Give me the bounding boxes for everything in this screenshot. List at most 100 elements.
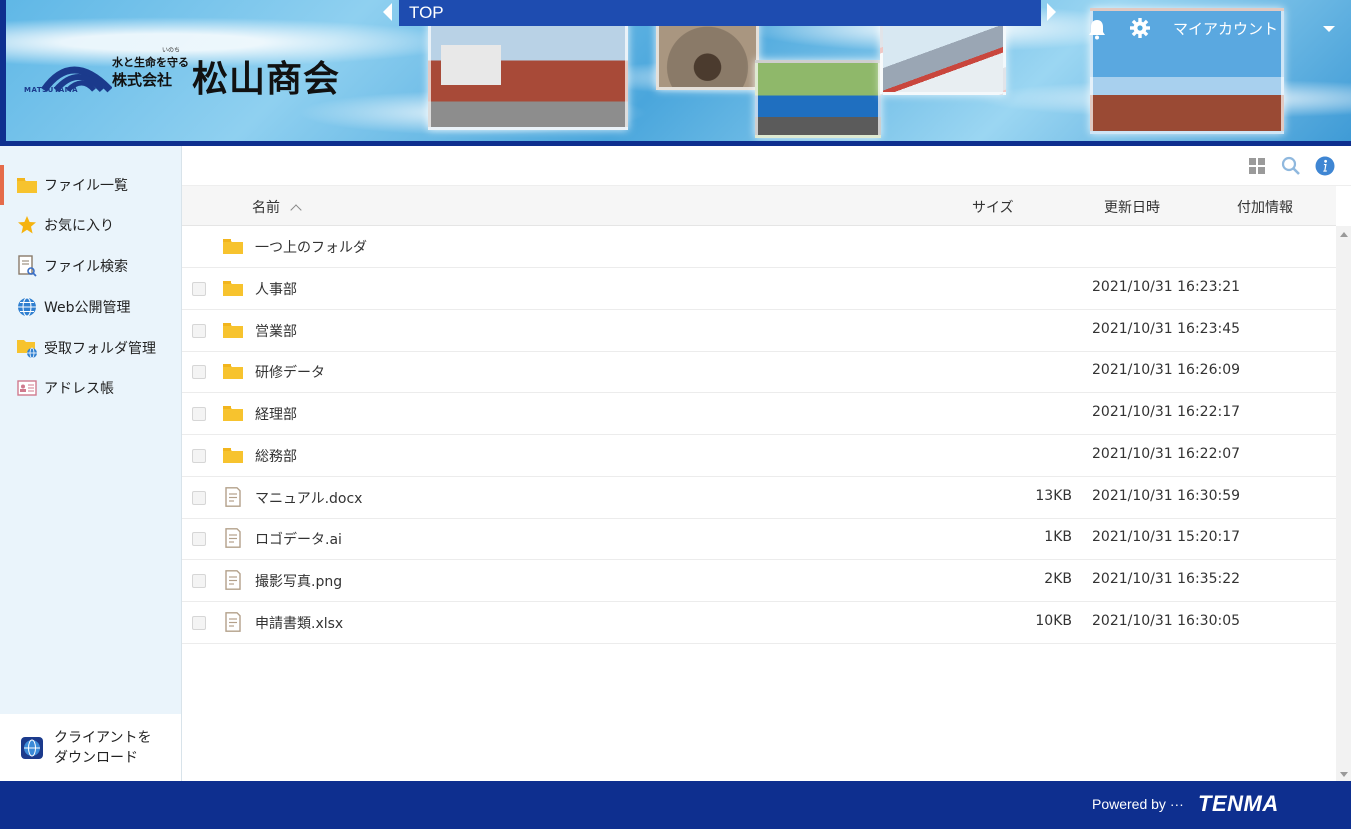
tab-prev-arrow-icon[interactable] [383, 3, 392, 21]
sidebar-item-receive-folder[interactable]: 受取フォルダ管理 [0, 328, 181, 368]
row-checkbox[interactable] [192, 532, 206, 547]
file-updated: 2021/10/31 16:22:07 [1092, 445, 1241, 462]
file-search-icon [16, 255, 38, 277]
column-updated[interactable]: 更新日時 [1104, 197, 1160, 217]
folder-icon [223, 322, 243, 338]
table-row[interactable]: 総務部 2021/10/31 16:22:07 [182, 435, 1336, 477]
vertical-scrollbar[interactable] [1336, 226, 1351, 781]
info-icon[interactable] [1315, 156, 1335, 176]
folder-icon [223, 281, 243, 296]
file-updated: 2021/10/31 16:26:09 [1092, 362, 1241, 379]
file-size: 10KB [1035, 612, 1072, 629]
file-name: 研修データ [255, 365, 325, 382]
file-updated: 2021/10/31 16:30:05 [1092, 612, 1241, 629]
sidebar-item-label: 受取フォルダ管理 [44, 341, 156, 357]
powered-by-label: Powered by ··· [1092, 796, 1184, 812]
folder-icon [16, 174, 38, 196]
file-name: 総務部 [255, 448, 297, 465]
banner-photo-manhole [656, 18, 759, 90]
file-updated: 2021/10/31 16:23:21 [1092, 279, 1241, 295]
folder-icon [223, 406, 243, 422]
row-checkbox[interactable] [192, 323, 206, 338]
tenma-logo: TENMA [1198, 791, 1279, 816]
tab-top[interactable]: TOP [399, 0, 1041, 26]
sidebar-item-label: Web公開管理 [44, 300, 131, 316]
company-logo[interactable]: MATSUYAMA いのち 水と生命を守る 株式会社 松山商会 [10, 40, 360, 110]
file-updated: 2021/10/31 16:23:45 [1092, 320, 1241, 337]
column-extra[interactable]: 付加情報 [1237, 197, 1293, 217]
table-row[interactable]: 経理部 2021/10/31 16:22:17 [182, 393, 1336, 436]
download-globe-icon [21, 736, 43, 759]
star-icon [16, 214, 38, 236]
account-dropdown-icon[interactable] [1323, 26, 1335, 32]
logo-small-text: MATSUYAMA [24, 86, 79, 94]
parent-folder-label: 一つ上のフォルダ [255, 240, 367, 256]
file-size: 13KB [1035, 487, 1072, 504]
file-name: 撮影写真.png [255, 573, 343, 590]
sidebar-item-address-book[interactable]: アドレス帳 [0, 368, 181, 408]
banner-photo-office [428, 22, 628, 130]
row-checkbox[interactable] [192, 448, 206, 463]
table-row[interactable]: 営業部 2021/10/31 16:23:45 [182, 310, 1336, 352]
banner-photo-truck [755, 60, 881, 138]
logo-ruby: いのち [162, 47, 181, 54]
logo-company-name: 松山商会 [192, 58, 341, 100]
search-icon[interactable] [1281, 156, 1301, 176]
column-name[interactable]: 名前 [252, 197, 302, 217]
table-row[interactable]: 人事部 2021/10/31 16:23:21 [182, 268, 1336, 310]
file-updated: 2021/10/31 15:20:17 [1092, 529, 1241, 546]
folder-icon [223, 447, 243, 463]
file-icon [225, 611, 241, 632]
file-updated: 2021/10/31 16:22:17 [1092, 404, 1241, 421]
sidebar-item-file-list[interactable]: ファイル一覧 [0, 165, 181, 205]
sidebar-item-label: お気に入り [44, 218, 114, 234]
globe-icon [16, 296, 38, 318]
grid-view-icon[interactable] [1247, 156, 1267, 176]
file-size: 1KB [1044, 529, 1072, 546]
tab-next-arrow-icon[interactable] [1047, 3, 1056, 21]
row-checkbox[interactable] [192, 573, 206, 588]
table-row[interactable]: 撮影写真.png 2KB 2021/10/31 16:35:22 [182, 560, 1336, 602]
sidebar: ファイル一覧 お気に入り ファイル検索 Web公開管理 受取フォルダ管理 アドレ… [0, 146, 182, 781]
sidebar-item-file-search[interactable]: ファイル検索 [0, 246, 181, 286]
file-name: 申請書類.xlsx [255, 615, 344, 632]
sidebar-item-label: ファイル一覧 [44, 178, 128, 194]
download-label-line2: ダウンロード [54, 749, 138, 766]
folder-globe-icon [16, 337, 38, 359]
parent-folder-row[interactable]: 一つ上のフォルダ [182, 226, 1336, 268]
download-client-button[interactable]: クライアントを ダウンロード [0, 714, 181, 781]
sidebar-item-favorites[interactable]: お気に入り [0, 205, 181, 245]
table-row[interactable]: 研修データ 2021/10/31 16:26:09 [182, 351, 1336, 394]
column-name-label: 名前 [252, 200, 280, 216]
row-checkbox[interactable] [192, 365, 206, 380]
sort-asc-icon [290, 204, 302, 216]
address-book-icon [16, 377, 38, 399]
table-row[interactable]: マニュアル.docx 13KB 2021/10/31 16:30:59 [182, 477, 1336, 519]
sidebar-item-label: アドレス帳 [44, 381, 114, 397]
scroll-up-icon[interactable] [1340, 232, 1348, 237]
logo-company-type: 株式会社 [112, 71, 173, 89]
table-row[interactable]: 申請書類.xlsx 10KB 2021/10/31 16:30:05 [182, 602, 1336, 644]
download-label-line1: クライアントを [54, 729, 152, 746]
bell-icon[interactable] [1088, 18, 1106, 40]
file-icon [225, 528, 241, 549]
file-updated: 2021/10/31 16:30:59 [1092, 487, 1241, 504]
row-checkbox[interactable] [192, 490, 206, 505]
sidebar-item-label: ファイル検索 [44, 259, 128, 275]
row-checkbox[interactable] [192, 615, 206, 630]
scroll-down-icon[interactable] [1340, 772, 1348, 777]
column-size[interactable]: サイズ [972, 197, 1014, 217]
gear-icon[interactable] [1130, 18, 1150, 38]
row-checkbox[interactable] [192, 282, 206, 296]
my-account-link[interactable]: マイアカウント [1173, 18, 1278, 39]
folder-icon [223, 364, 243, 380]
sidebar-item-web-publish[interactable]: Web公開管理 [0, 287, 181, 327]
footer: Powered by ··· TENMA [0, 781, 1351, 829]
row-checkbox[interactable] [192, 407, 206, 422]
folder-icon [223, 239, 243, 254]
file-name: ロゴデータ.ai [255, 532, 342, 549]
file-name: マニュアル.docx [255, 490, 363, 507]
toolbar [182, 146, 1351, 186]
table-row[interactable]: ロゴデータ.ai 1KB 2021/10/31 15:20:17 [182, 518, 1336, 561]
logo-tagline: 水と生命を守る [112, 56, 189, 69]
